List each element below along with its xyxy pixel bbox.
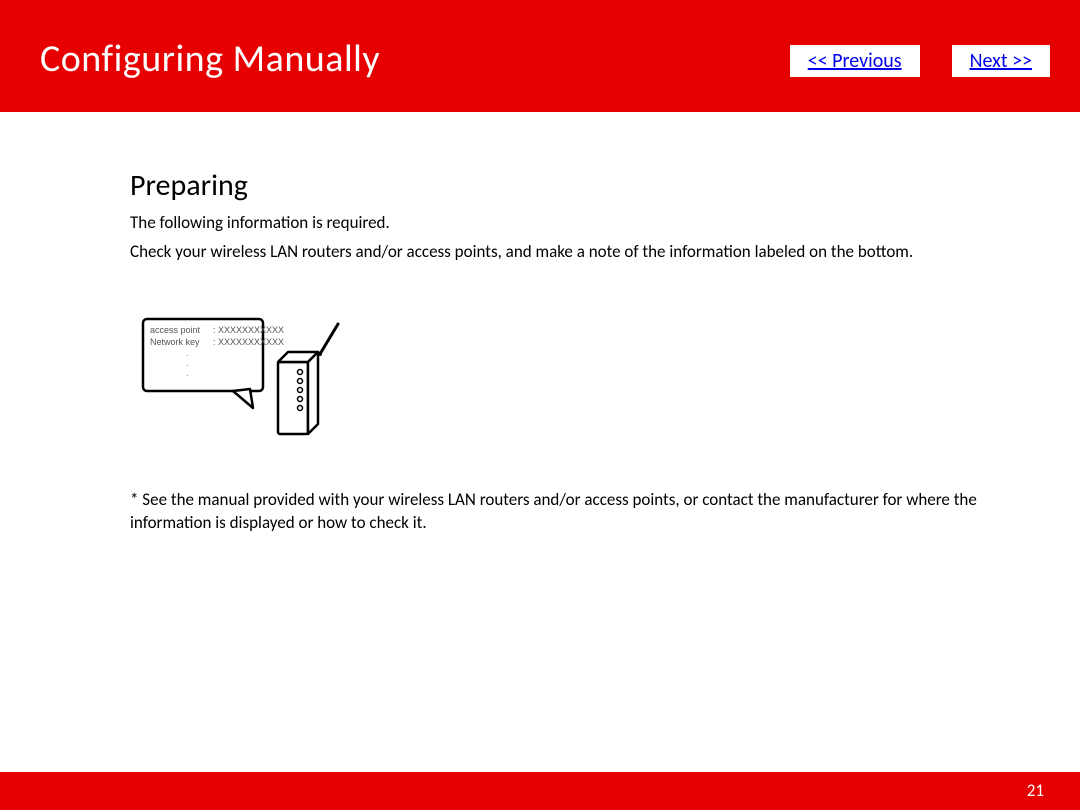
footnote-text: * See the manual provided with your wire… [130,489,1030,535]
page-number: 21 [1027,780,1044,801]
section-heading: Preparing [130,167,1040,204]
svg-text:: XXXXXXXXXXX: : XXXXXXXXXXX [213,337,284,347]
header-bar: Configuring Manually << Previous Next >> [0,0,1080,112]
router-illustration: access point : XXXXXXXXXXX Network key :… [138,314,1040,449]
next-button[interactable]: Next >> [952,45,1050,77]
page-title: Configuring Manually [40,36,380,82]
svg-text:·: · [186,361,189,370]
intro-text-2: Check your wireless LAN routers and/or a… [130,241,1030,264]
previous-button[interactable]: << Previous [790,45,920,77]
svg-text:·: · [186,351,189,360]
footer-bar: 21 [0,772,1080,810]
intro-text-1: The following information is required. [130,212,1030,235]
svg-text:access point: access point [150,325,201,335]
svg-text:Network key: Network key [150,337,200,347]
svg-text:: XXXXXXXXXXX: : XXXXXXXXXXX [213,325,284,335]
content-area: Preparing The following information is r… [0,112,1080,535]
router-diagram-icon: access point : XXXXXXXXXXX Network key :… [138,314,358,444]
nav-buttons: << Previous Next >> [790,45,1050,77]
svg-text:·: · [186,371,189,380]
